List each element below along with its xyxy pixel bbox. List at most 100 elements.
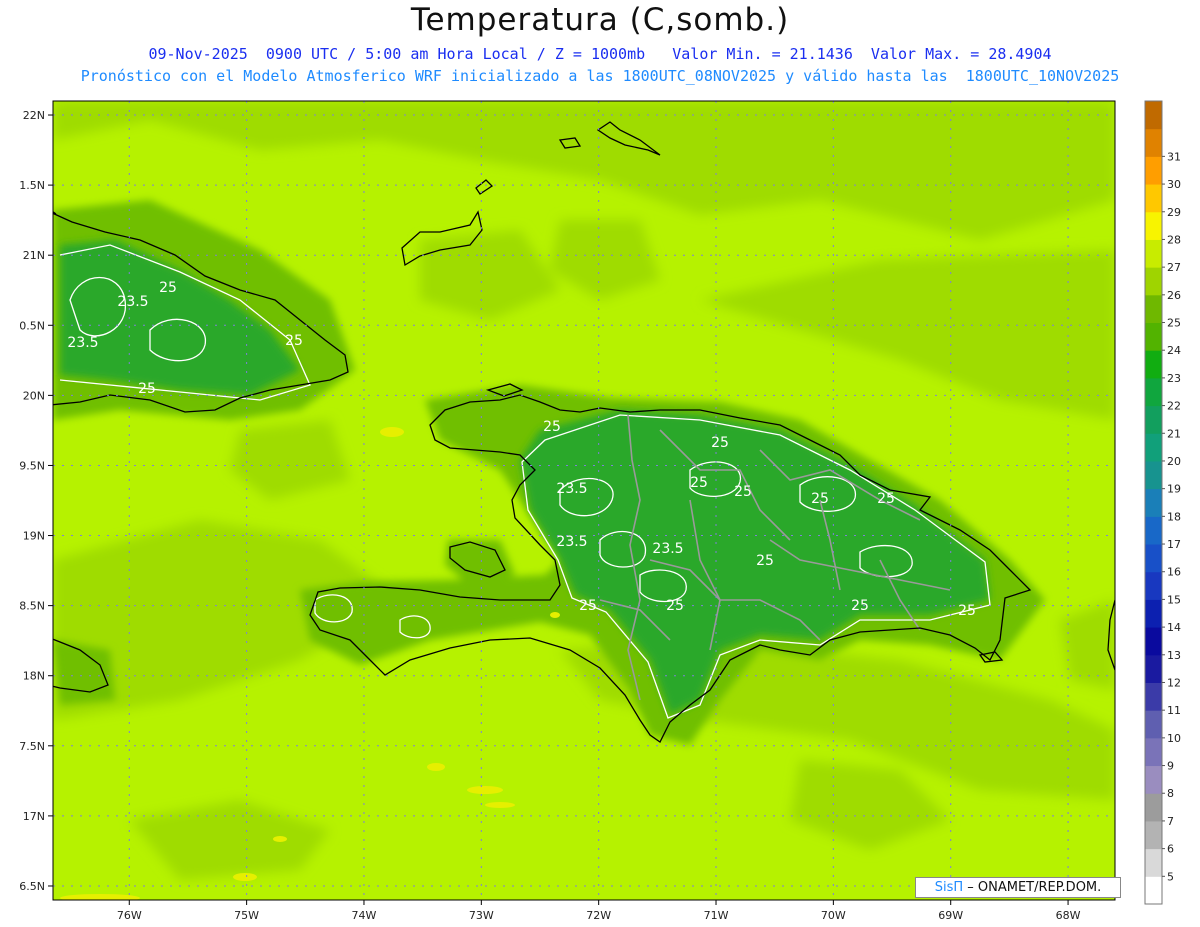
contour-label: 25 bbox=[285, 333, 303, 349]
lat-label: 0.5N bbox=[19, 319, 45, 332]
colorbar-label: 13 bbox=[1167, 649, 1181, 662]
colorbar-swatch bbox=[1145, 239, 1162, 268]
colorbar-swatch bbox=[1145, 682, 1162, 711]
colorbar-swatch bbox=[1145, 793, 1162, 822]
colorbar-label: 14 bbox=[1167, 621, 1181, 634]
colorbar-label: 7 bbox=[1167, 815, 1174, 828]
credit-box: SisΠ – ONAMET/REP.DOM. bbox=[915, 877, 1121, 898]
lat-label: 7.5N bbox=[19, 740, 45, 753]
colorbar-swatch bbox=[1145, 211, 1162, 240]
temperature-colorbar: 5 6 7 8 9 10 11 12 13 14 15 16 17 18 19 20 21 22 23 24 25 26 2… bbox=[1144, 100, 1181, 905]
colorbar-swatch bbox=[1145, 627, 1162, 656]
colorbar-swatch bbox=[1145, 460, 1162, 490]
credit-brand: SisΠ bbox=[934, 880, 964, 895]
colorbar-swatch bbox=[1145, 544, 1162, 573]
temperature-field bbox=[53, 101, 1115, 900]
colorbar-swatch bbox=[1145, 820, 1162, 850]
colorbar-swatch bbox=[1145, 516, 1162, 545]
colorbar-swatch bbox=[1145, 405, 1162, 434]
colorbar-label: 5 bbox=[1167, 870, 1174, 883]
lat-label: 1.5N bbox=[19, 179, 45, 192]
colorbar-label: 25 bbox=[1167, 317, 1181, 330]
lon-label: 70W bbox=[821, 909, 846, 922]
colorbar-label: 18 bbox=[1167, 510, 1181, 523]
colorbar-label: 10 bbox=[1167, 732, 1181, 745]
lon-label: 68W bbox=[1056, 909, 1081, 922]
contour-label: 25 bbox=[666, 598, 684, 614]
colorbar-swatch bbox=[1145, 294, 1162, 324]
colorbar-label: 17 bbox=[1167, 538, 1181, 551]
colorbar-swatch bbox=[1145, 433, 1162, 462]
colorbar-label: 28 bbox=[1167, 233, 1181, 246]
colorbar-label: 24 bbox=[1167, 344, 1181, 357]
lon-label: 75W bbox=[234, 909, 259, 922]
colorbar-swatch bbox=[1145, 377, 1162, 407]
lat-label: 20N bbox=[23, 389, 45, 402]
lat-label: 22N bbox=[23, 109, 45, 122]
lon-label: 69W bbox=[938, 909, 963, 922]
colorbar-swatch bbox=[1145, 571, 1162, 600]
colorbar-swatch bbox=[1145, 322, 1162, 351]
colorbar-swatch bbox=[1145, 350, 1162, 379]
contour-label: 25 bbox=[851, 598, 869, 614]
contour-label: 23.5 bbox=[652, 541, 683, 557]
colorbar-label: 8 bbox=[1167, 787, 1174, 800]
contour-label: 23.5 bbox=[556, 534, 587, 550]
lat-label: 19N bbox=[23, 530, 45, 543]
colorbar-swatch bbox=[1145, 654, 1162, 683]
contour-label: 25 bbox=[958, 603, 976, 619]
colorbar-swatch bbox=[1145, 128, 1162, 157]
contour-label: 25 bbox=[811, 491, 829, 507]
colorbar-swatch bbox=[1145, 184, 1162, 213]
colorbar-label: 31 bbox=[1167, 150, 1181, 163]
lat-label: 18N bbox=[23, 670, 45, 683]
colorbar-label: 30 bbox=[1167, 178, 1181, 191]
colorbar-swatch bbox=[1145, 710, 1162, 739]
longitude-labels: 76W 75W 74W 73W 72W 71W 70W 69W 68W bbox=[117, 909, 1081, 922]
colorbar-label: 15 bbox=[1167, 593, 1181, 606]
colorbar-swatch bbox=[1145, 267, 1162, 296]
colorbar-label: 21 bbox=[1167, 427, 1181, 440]
contour-label: 25 bbox=[877, 491, 895, 507]
lon-label: 74W bbox=[352, 909, 377, 922]
lon-label: 73W bbox=[469, 909, 494, 922]
colorbar-label: 16 bbox=[1167, 566, 1181, 579]
contour-label: 25 bbox=[711, 435, 729, 451]
contour-label: 25 bbox=[138, 381, 156, 397]
contour-label: 23.5 bbox=[117, 294, 148, 310]
colorbar-label: 12 bbox=[1167, 676, 1181, 689]
colorbar-label: 20 bbox=[1167, 455, 1181, 468]
contour-label: 25 bbox=[734, 484, 752, 500]
colorbar-swatch bbox=[1145, 876, 1162, 905]
colorbar-swatch bbox=[1145, 599, 1162, 628]
contour-label: 25 bbox=[543, 419, 561, 435]
colorbar-label: 29 bbox=[1167, 206, 1181, 219]
contour-label: 23.5 bbox=[556, 481, 587, 497]
colorbar-label: 26 bbox=[1167, 289, 1181, 302]
colorbar-swatch bbox=[1145, 737, 1162, 767]
contour-label: 25 bbox=[579, 598, 597, 614]
latitude-labels: 22N 1.5N 21N 0.5N 20N 9.5N 19N 8.5N 18N 7.5N 17N 6.… bbox=[19, 109, 45, 893]
lat-label: 9.5N bbox=[19, 459, 45, 472]
credit-text: – ONAMET/REP.DOM. bbox=[963, 880, 1102, 895]
lat-label: 21N bbox=[23, 249, 45, 262]
colorbar-label: 22 bbox=[1167, 400, 1181, 413]
temperature-map: 76W 75W 74W 73W 72W 71W 70W 69W 68W 22N 1.5N 21N 0.… bbox=[19, 100, 1181, 922]
colorbar-swatch bbox=[1145, 848, 1162, 877]
contour-label: 23.5 bbox=[67, 335, 98, 351]
contour-label: 25 bbox=[690, 475, 708, 491]
colorbar-label: 27 bbox=[1167, 261, 1181, 274]
contour-label: 25 bbox=[159, 280, 177, 296]
lon-label: 76W bbox=[117, 909, 142, 922]
colorbar-swatch bbox=[1145, 156, 1162, 185]
lon-label: 72W bbox=[586, 909, 611, 922]
lon-label: 71W bbox=[704, 909, 729, 922]
lat-label: 17N bbox=[23, 810, 45, 823]
colorbar-swatch bbox=[1145, 488, 1162, 517]
lat-label: 8.5N bbox=[19, 600, 45, 613]
lat-label: 6.5N bbox=[19, 880, 45, 893]
colorbar-swatch bbox=[1145, 101, 1162, 130]
colorbar-label: 19 bbox=[1167, 483, 1181, 496]
colorbar-label: 9 bbox=[1167, 760, 1174, 773]
contour-label: 25 bbox=[756, 553, 774, 569]
